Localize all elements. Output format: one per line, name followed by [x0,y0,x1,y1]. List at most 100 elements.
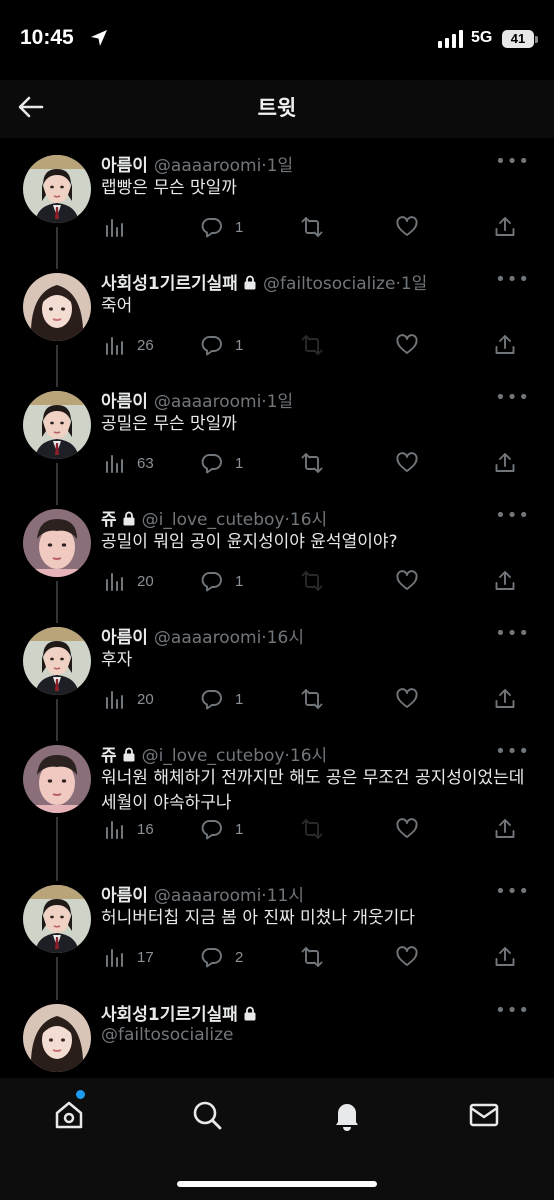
author-handle[interactable]: @aaaaroomi [154,628,261,648]
avatar[interactable] [23,509,91,577]
more-options-icon[interactable]: ••• [495,623,530,644]
reply-count: 1 [235,820,244,838]
views-button[interactable]: 20 [103,686,154,712]
views-button[interactable]: 20 [103,568,154,594]
like-button[interactable] [396,686,418,712]
share-button[interactable] [494,450,516,476]
tweet-item[interactable]: 쥬 @i_love_cuteboy·16시 ••• 워너원 해체하기 전까지만 해도 … [0,728,554,868]
nav-notifications[interactable] [330,1098,366,1134]
tweet-time[interactable]: 11시 [267,886,304,906]
more-options-icon[interactable]: ••• [495,741,530,762]
like-button[interactable] [396,332,418,358]
avatar[interactable] [23,745,91,813]
author-handle[interactable]: @i_love_cuteboy [142,746,285,766]
tweet-time[interactable]: 16시 [290,746,327,766]
like-button[interactable] [396,816,418,842]
page-title: 트윗 [257,96,297,120]
retweet-button[interactable] [301,214,323,240]
avatar[interactable] [23,155,91,223]
more-options-icon[interactable]: ••• [495,881,530,902]
tweet-item[interactable]: 사회성1기르기실패 ••• @failtosocialize [0,987,554,1078]
retweet-icon [301,335,323,355]
author-name[interactable]: 사회성1기르기실패 [101,274,238,294]
retweet-button[interactable] [301,944,323,970]
reply-button[interactable]: 1 [201,450,243,476]
views-icon [106,573,123,591]
tweet-header: 아름이 @aaaaroomi·1일 [101,387,514,412]
more-options-icon[interactable]: ••• [495,387,530,408]
author-name[interactable]: 아름이 [101,156,148,176]
author-handle[interactable]: @aaaaroomi [154,156,261,176]
avatar[interactable] [23,885,91,953]
reply-button[interactable]: 1 [201,214,243,240]
author-name[interactable]: 아름이 [101,628,148,648]
tweet-time[interactable]: 16시 [267,628,304,648]
reply-button[interactable]: 1 [201,568,243,594]
reply-count: 2 [235,948,244,966]
like-button[interactable] [396,944,418,970]
author-name[interactable]: 쥬 [101,746,117,766]
author-handle[interactable]: @failtosocialize [101,1025,234,1045]
views-button[interactable]: 16 [103,816,154,842]
more-options-icon[interactable]: ••• [495,151,530,172]
views-button[interactable]: 63 [103,450,154,476]
avatar[interactable] [23,627,91,695]
reply-button[interactable]: 1 [201,332,243,358]
author-name[interactable]: 사회성1기르기실패 [101,1005,238,1025]
author-handle[interactable]: @aaaaroomi [154,392,261,412]
tweet-item[interactable]: 아름이 @aaaaroomi·16시 ••• 후자 20 1 [0,610,554,728]
retweet-button[interactable] [301,686,323,712]
reply-button[interactable]: 1 [201,816,243,842]
tweet-time[interactable]: 1일 [401,274,427,294]
more-options-icon[interactable]: ••• [495,269,530,290]
share-icon [495,947,515,966]
tweet-time[interactable]: 1일 [267,156,293,176]
views-button[interactable]: 26 [103,332,154,358]
like-button[interactable] [396,568,418,594]
more-options-icon[interactable]: ••• [495,505,530,526]
tweet-header: 아름이 @aaaaroomi·11시 [101,881,514,906]
share-button[interactable] [494,332,516,358]
like-button[interactable] [396,214,418,240]
avatar[interactable] [23,1004,91,1072]
heart-icon [396,452,418,472]
share-button[interactable] [494,944,516,970]
tweet-item[interactable]: 아름이 @aaaaroomi·1일 ••• 랩빵은 무슨 맛일까 1 [0,138,554,256]
author-name[interactable]: 쥬 [101,510,117,530]
tweet-item[interactable]: 쥬 @i_love_cuteboy·16시 ••• 공밀이 뭐임 공이 윤지성이야 윤… [0,492,554,610]
more-options-icon[interactable]: ••• [495,1000,530,1021]
share-button[interactable] [494,214,516,240]
author-handle[interactable]: @aaaaroomi [154,886,261,906]
nav-search[interactable] [190,1098,226,1134]
share-icon [495,453,515,472]
avatar[interactable] [23,391,91,459]
views-count: 26 [137,336,154,354]
author-name[interactable]: 아름이 [101,392,148,412]
share-button[interactable] [494,686,516,712]
reply-button[interactable]: 1 [201,686,243,712]
retweet-icon [301,453,323,473]
tweet-time[interactable]: 16시 [290,510,327,530]
nav-home[interactable] [52,1098,88,1134]
author-handle[interactable]: @failtosocialize [263,274,396,294]
views-icon [106,337,123,355]
tweet-item[interactable]: 아름이 @aaaaroomi·1일 ••• 공밀은 무슨 맛일까 63 1 [0,374,554,492]
envelope-icon [469,1103,499,1127]
author-handle[interactable]: @i_love_cuteboy [142,510,285,530]
like-button[interactable] [396,450,418,476]
share-button[interactable] [494,816,516,842]
reply-button[interactable]: 2 [201,944,243,970]
avatar[interactable] [23,273,91,341]
author-name[interactable]: 아름이 [101,886,148,906]
nav-messages[interactable] [467,1098,503,1134]
heart-icon [396,946,418,966]
reply-count: 1 [235,690,244,708]
retweet-button[interactable] [301,450,323,476]
tweet-item[interactable]: 사회성1기르기실패 @failtosocialize·1일 ••• 죽어 26 1 [0,256,554,374]
tweet-item[interactable]: 아름이 @aaaaroomi·11시 ••• 허니버터칩 지금 봄 아 진짜 미쳤나 … [0,868,554,987]
views-button[interactable] [103,214,137,240]
views-button[interactable]: 17 [103,944,154,970]
retweet-button [301,816,323,842]
share-button[interactable] [494,568,516,594]
tweet-time[interactable]: 1일 [267,392,293,412]
